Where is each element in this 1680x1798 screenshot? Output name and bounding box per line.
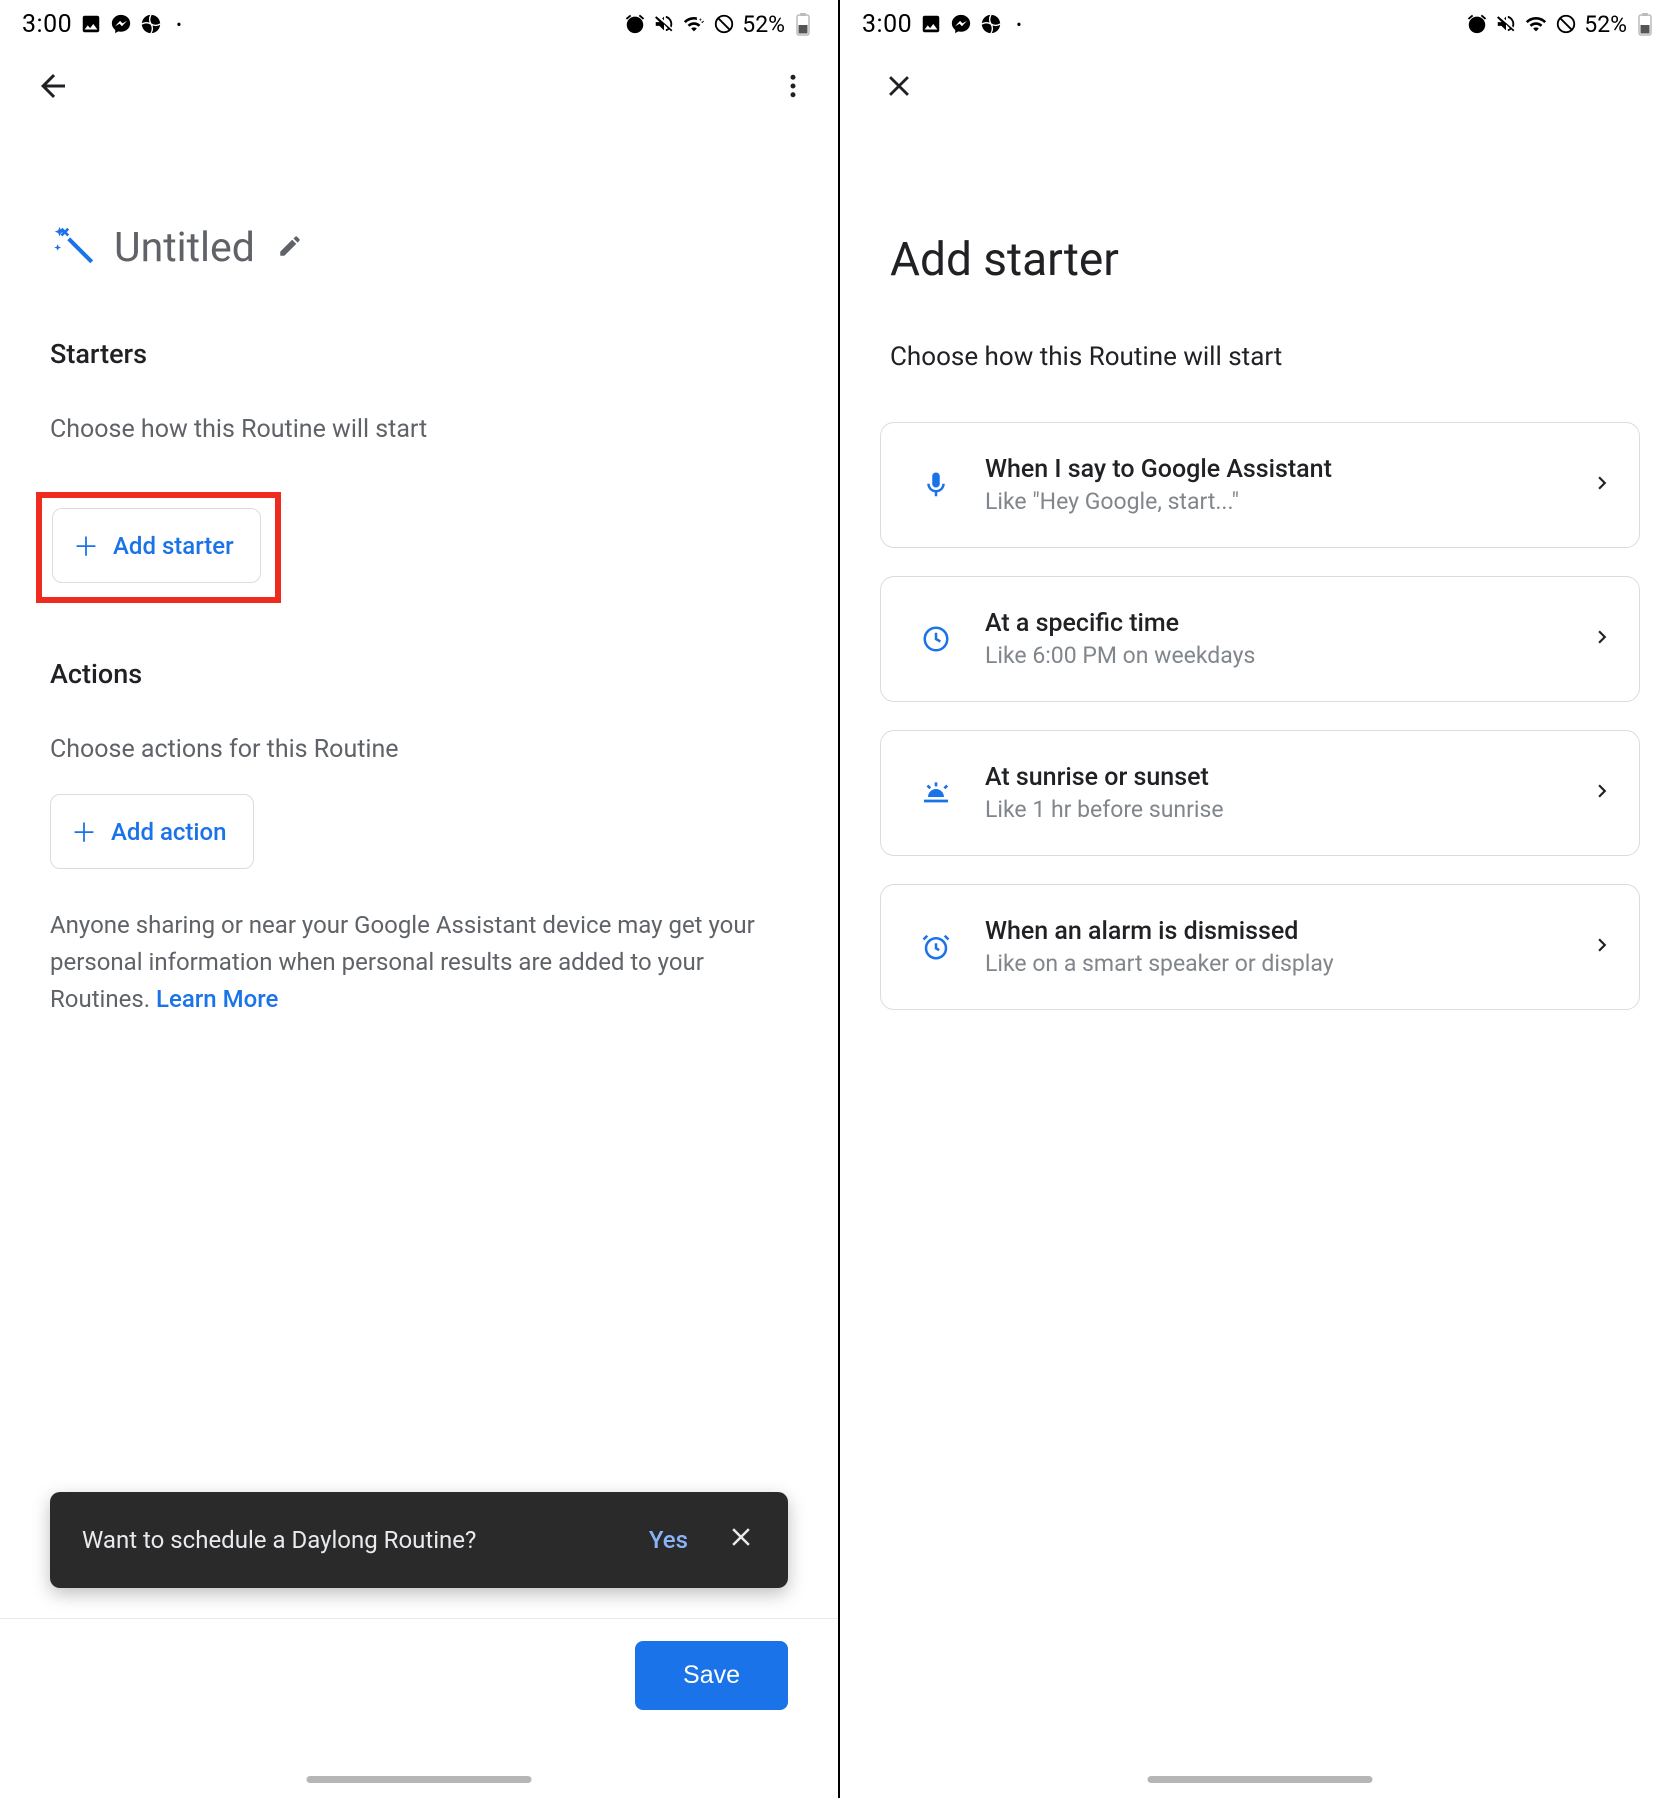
actions-heading: Actions	[50, 658, 788, 690]
no-sim-icon	[713, 13, 735, 35]
option-title: At a specific time	[985, 609, 1589, 638]
alarm-clock-icon	[913, 932, 959, 962]
mic-icon	[913, 470, 959, 500]
add-action-label: Add action	[111, 818, 226, 846]
status-bar: 3:00 • + 52%	[0, 0, 838, 48]
page-header: Add starter Choose how this Routine will…	[840, 123, 1680, 392]
battery-icon	[1638, 12, 1652, 36]
messenger-icon	[110, 13, 132, 35]
option-desc: Like 6:00 PM on weekdays	[985, 642, 1589, 669]
option-title: When I say to Google Assistant	[985, 455, 1589, 484]
app-bar	[840, 48, 1680, 123]
option-desc: Like "Hey Google, start..."	[985, 488, 1589, 515]
status-time: 3:00	[22, 10, 72, 39]
dot-icon: •	[176, 15, 182, 34]
add-starter-label: Add starter	[113, 532, 234, 560]
save-button[interactable]: Save	[635, 1641, 788, 1710]
page-subtitle: Choose how this Routine will start	[890, 342, 1630, 372]
back-arrow-icon[interactable]	[35, 68, 71, 104]
option-desc: Like on a smart speaker or display	[985, 950, 1589, 977]
starters-heading: Starters	[50, 338, 788, 370]
edit-title-icon[interactable]	[277, 233, 303, 263]
routine-title: Untitled	[114, 224, 255, 272]
image-icon	[80, 13, 102, 35]
wifi-icon: +	[682, 13, 706, 35]
svg-text:+: +	[699, 17, 702, 23]
tutorial-highlight: ＋ Add starter	[36, 492, 281, 603]
mute-icon	[1495, 13, 1517, 35]
battery-icon	[796, 12, 810, 36]
alarm-icon	[624, 13, 646, 35]
starter-option-time[interactable]: At a specific time Like 6:00 PM on weekd…	[880, 576, 1640, 702]
snackbar: Want to schedule a Daylong Routine? Yes	[50, 1492, 788, 1588]
ball-icon	[140, 13, 162, 35]
snackbar-yes-button[interactable]: Yes	[649, 1526, 688, 1554]
option-title: When an alarm is dismissed	[985, 917, 1589, 946]
plus-icon: ＋	[71, 813, 97, 850]
starter-option-sunrise[interactable]: At sunrise or sunset Like 1 hr before su…	[880, 730, 1640, 856]
alarm-icon	[1466, 13, 1488, 35]
plus-icon: ＋	[73, 527, 99, 564]
starters-subtext: Choose how this Routine will start	[50, 415, 788, 444]
sunrise-icon	[913, 777, 959, 809]
starter-option-voice[interactable]: When I say to Google Assistant Like "Hey…	[880, 422, 1640, 548]
status-battery-pct: 52%	[1584, 11, 1627, 38]
nav-handle[interactable]	[1148, 1776, 1373, 1783]
page-title: Add starter	[890, 233, 1630, 287]
ball-icon	[980, 13, 1002, 35]
app-bar	[0, 48, 838, 123]
starters-section: Starters Choose how this Routine will st…	[0, 293, 838, 492]
add-starter-button[interactable]: ＋ Add starter	[52, 508, 261, 583]
option-desc: Like 1 hr before sunrise	[985, 796, 1589, 823]
chevron-right-icon	[1589, 470, 1615, 500]
chevron-right-icon	[1589, 624, 1615, 654]
mute-icon	[653, 13, 675, 35]
learn-more-link[interactable]: Learn More	[156, 985, 278, 1013]
image-icon	[920, 13, 942, 35]
chevron-right-icon	[1589, 778, 1615, 808]
add-action-button[interactable]: ＋ Add action	[50, 794, 254, 869]
starter-options-list: When I say to Google Assistant Like "Hey…	[840, 392, 1680, 1010]
status-time: 3:00	[862, 10, 912, 39]
snackbar-close-icon[interactable]	[726, 1522, 756, 1558]
messenger-icon	[950, 13, 972, 35]
no-sim-icon	[1555, 13, 1577, 35]
actions-section: Actions Choose actions for this Routine …	[0, 603, 838, 887]
bottom-bar: Save	[0, 1618, 838, 1798]
option-title: At sunrise or sunset	[985, 763, 1589, 792]
status-battery-pct: 52%	[742, 11, 785, 38]
close-icon[interactable]	[882, 69, 916, 103]
actions-subtext: Choose actions for this Routine	[50, 735, 788, 764]
wifi-icon	[1524, 13, 1548, 35]
wand-icon	[50, 223, 96, 273]
clock-icon	[913, 624, 959, 654]
status-bar: 3:00 • 52%	[840, 0, 1680, 48]
dot-icon: •	[1016, 15, 1022, 34]
snackbar-message: Want to schedule a Daylong Routine?	[82, 1526, 649, 1554]
more-menu-icon[interactable]	[778, 71, 808, 101]
routine-title-row: Untitled	[0, 123, 838, 293]
nav-handle[interactable]	[307, 1776, 532, 1783]
info-text: Anyone sharing or near your Google Assis…	[0, 887, 838, 1029]
chevron-right-icon	[1589, 932, 1615, 962]
starter-option-alarm[interactable]: When an alarm is dismissed Like on a sma…	[880, 884, 1640, 1010]
